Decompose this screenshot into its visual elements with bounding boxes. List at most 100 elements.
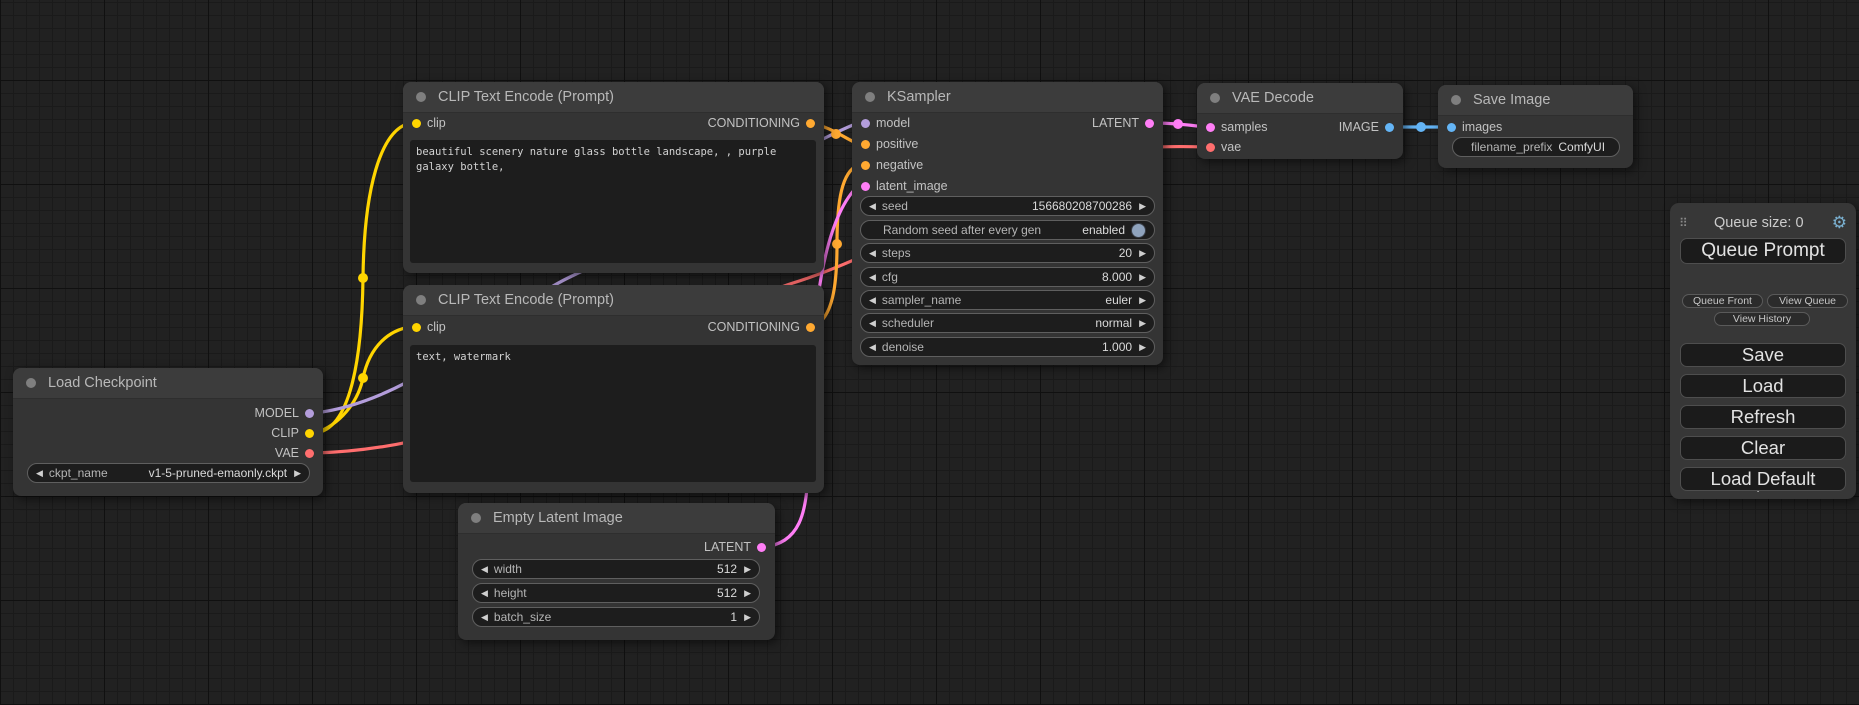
port-dot[interactable] xyxy=(305,429,314,438)
collapse-dot-icon[interactable] xyxy=(416,295,426,305)
settings-gear-icon[interactable]: ⚙ xyxy=(1832,213,1847,233)
queue-prompt-button[interactable]: Queue Prompt xyxy=(1680,238,1846,264)
node-clip-text-encode-2[interactable]: CLIP Text Encode (Prompt) clip CONDITION… xyxy=(403,285,824,493)
port-dot[interactable] xyxy=(305,409,314,418)
widget-random-seed[interactable]: Random seed after every gen enabled xyxy=(860,220,1155,240)
arrow-left-icon[interactable]: ◀ xyxy=(869,296,876,305)
node-title-bar[interactable]: KSampler xyxy=(852,82,1163,113)
input-negative[interactable]: negative xyxy=(855,156,923,174)
arrow-right-icon[interactable]: ▶ xyxy=(1139,343,1146,352)
widget-steps[interactable]: ◀ steps 20 ▶ xyxy=(860,243,1155,263)
node-vae-decode[interactable]: VAE Decode samples vae IMAGE xyxy=(1197,83,1403,159)
arrow-left-icon[interactable]: ◀ xyxy=(869,319,876,328)
queue-front-button[interactable]: Queue Front xyxy=(1682,294,1763,308)
port-dot[interactable] xyxy=(1206,123,1215,132)
clear-button[interactable]: Clear xyxy=(1680,436,1846,460)
collapse-dot-icon[interactable] xyxy=(1451,95,1461,105)
collapse-dot-icon[interactable] xyxy=(1210,93,1220,103)
input-samples[interactable]: samples xyxy=(1200,118,1268,136)
widget-seed[interactable]: ◀ seed 156680208700286 ▶ xyxy=(860,196,1155,216)
arrow-right-icon[interactable]: ▶ xyxy=(294,469,301,478)
node-canvas[interactable]: Load Checkpoint MODEL CLIP VAE ◀ ckpt_na… xyxy=(0,0,1859,705)
node-empty-latent-image[interactable]: Empty Latent Image LATENT ◀ width 512 ▶ … xyxy=(458,503,775,640)
input-model[interactable]: model xyxy=(855,114,910,132)
drag-handle-icon[interactable]: ⠿ xyxy=(1679,216,1686,230)
widget-height[interactable]: ◀ height 512 ▶ xyxy=(472,583,760,603)
arrow-left-icon[interactable]: ◀ xyxy=(481,565,488,574)
port-dot[interactable] xyxy=(861,119,870,128)
port-dot[interactable] xyxy=(1145,119,1154,128)
output-image[interactable]: IMAGE xyxy=(1339,118,1400,136)
node-title-bar[interactable]: CLIP Text Encode (Prompt) xyxy=(403,82,824,113)
node-clip-text-encode-1[interactable]: CLIP Text Encode (Prompt) clip CONDITION… xyxy=(403,82,824,273)
port-dot[interactable] xyxy=(806,119,815,128)
collapse-dot-icon[interactable] xyxy=(416,92,426,102)
port-dot[interactable] xyxy=(861,140,870,149)
port-dot[interactable] xyxy=(861,161,870,170)
widget-batch-size[interactable]: ◀ batch_size 1 ▶ xyxy=(472,607,760,627)
node-title-bar[interactable]: Empty Latent Image xyxy=(458,503,775,534)
arrow-right-icon[interactable]: ▶ xyxy=(1139,202,1146,211)
node-load-checkpoint[interactable]: Load Checkpoint MODEL CLIP VAE ◀ ckpt_na… xyxy=(13,368,323,496)
input-images[interactable]: images xyxy=(1441,118,1502,136)
node-save-image[interactable]: Save Image images filename_prefix ComfyU… xyxy=(1438,85,1633,168)
arrow-left-icon[interactable]: ◀ xyxy=(481,613,488,622)
output-latent[interactable]: LATENT xyxy=(1092,114,1160,132)
port-dot[interactable] xyxy=(806,323,815,332)
arrow-right-icon[interactable]: ▶ xyxy=(1139,273,1146,282)
widget-sampler-name[interactable]: ◀ sampler_name euler ▶ xyxy=(860,290,1155,310)
port-dot[interactable] xyxy=(1447,123,1456,132)
input-latent-image[interactable]: latent_image xyxy=(855,177,948,195)
node-title-bar[interactable]: CLIP Text Encode (Prompt) xyxy=(403,285,824,316)
collapse-dot-icon[interactable] xyxy=(471,513,481,523)
node-title-bar[interactable]: Save Image xyxy=(1438,85,1633,116)
port-dot[interactable] xyxy=(1385,123,1394,132)
port-dot[interactable] xyxy=(305,449,314,458)
output-latent[interactable]: LATENT xyxy=(704,538,772,556)
widget-cfg[interactable]: ◀ cfg 8.000 ▶ xyxy=(860,267,1155,287)
arrow-right-icon[interactable]: ▶ xyxy=(1139,319,1146,328)
output-model[interactable]: MODEL xyxy=(255,404,320,422)
arrow-left-icon[interactable]: ◀ xyxy=(481,589,488,598)
arrow-right-icon[interactable]: ▶ xyxy=(744,565,751,574)
widget-ckpt-name[interactable]: ◀ ckpt_name v1-5-pruned-emaonly.ckpt ▶ xyxy=(27,463,310,483)
load-button[interactable]: Load xyxy=(1680,374,1846,398)
port-dot[interactable] xyxy=(1206,143,1215,152)
arrow-left-icon[interactable]: ◀ xyxy=(869,249,876,258)
input-positive[interactable]: positive xyxy=(855,135,918,153)
output-vae[interactable]: VAE xyxy=(275,444,320,462)
port-dot[interactable] xyxy=(861,182,870,191)
refresh-button[interactable]: Refresh xyxy=(1680,405,1846,429)
prompt-textarea[interactable] xyxy=(410,345,816,482)
arrow-left-icon[interactable]: ◀ xyxy=(36,469,43,478)
input-clip[interactable]: clip xyxy=(406,114,446,132)
input-vae[interactable]: vae xyxy=(1200,138,1241,156)
arrow-right-icon[interactable]: ▶ xyxy=(1139,249,1146,258)
output-clip[interactable]: CLIP xyxy=(271,424,320,442)
view-queue-button[interactable]: View Queue xyxy=(1767,294,1848,308)
widget-scheduler[interactable]: ◀ scheduler normal ▶ xyxy=(860,313,1155,333)
port-dot[interactable] xyxy=(412,323,421,332)
view-history-button[interactable]: View History xyxy=(1714,312,1810,326)
collapse-dot-icon[interactable] xyxy=(865,92,875,102)
collapse-dot-icon[interactable] xyxy=(26,378,36,388)
output-conditioning[interactable]: CONDITIONING xyxy=(708,114,821,132)
arrow-left-icon[interactable]: ◀ xyxy=(869,343,876,352)
output-conditioning[interactable]: CONDITIONING xyxy=(708,318,821,336)
node-title-bar[interactable]: VAE Decode xyxy=(1197,83,1403,114)
input-clip[interactable]: clip xyxy=(406,318,446,336)
toggle-icon[interactable] xyxy=(1131,223,1146,238)
prompt-textarea[interactable] xyxy=(410,140,816,263)
load-default-button[interactable]: Load Default xyxy=(1680,467,1846,491)
port-dot[interactable] xyxy=(757,543,766,552)
widget-denoise[interactable]: ◀ denoise 1.000 ▶ xyxy=(860,337,1155,357)
save-button[interactable]: Save xyxy=(1680,343,1846,367)
widget-width[interactable]: ◀ width 512 ▶ xyxy=(472,559,760,579)
widget-filename-prefix[interactable]: filename_prefix ComfyUI xyxy=(1452,137,1620,157)
arrow-right-icon[interactable]: ▶ xyxy=(744,589,751,598)
arrow-right-icon[interactable]: ▶ xyxy=(744,613,751,622)
node-ksampler[interactable]: KSampler model positive negative latent_… xyxy=(852,82,1163,365)
arrow-right-icon[interactable]: ▶ xyxy=(1139,296,1146,305)
node-title-bar[interactable]: Load Checkpoint xyxy=(13,368,323,399)
port-dot[interactable] xyxy=(412,119,421,128)
